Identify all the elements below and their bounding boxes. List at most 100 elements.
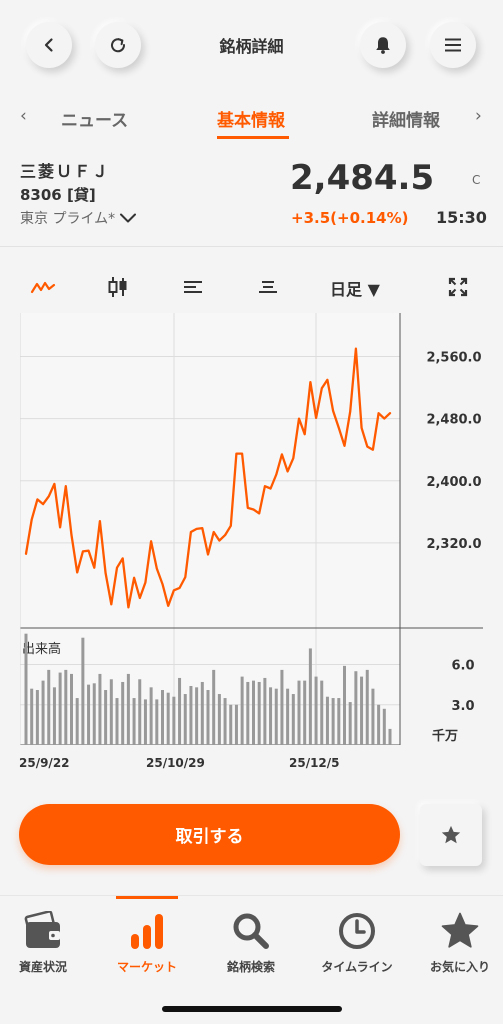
nav-label: 資産状況	[18, 960, 67, 974]
volume-bar	[98, 673, 102, 745]
volume-bar	[104, 690, 108, 745]
price-flag: C	[472, 173, 481, 187]
indicator-left-icon	[184, 281, 202, 293]
tab-prev-arrow[interactable]: ‹	[20, 106, 27, 126]
active-nav-indicator	[116, 896, 178, 899]
indicator-center-button[interactable]	[257, 275, 279, 299]
page-title: 銘柄詳細	[219, 37, 284, 56]
nav-search[interactable]: 銘柄検索	[201, 910, 301, 980]
nav-label: お気に入り	[429, 960, 490, 974]
volume-tick-label: 6.0	[451, 659, 474, 674]
nav-market[interactable]: マーケット	[97, 910, 197, 980]
volume-bar	[206, 690, 210, 745]
volume-bar	[212, 669, 216, 745]
volume-bar	[24, 633, 28, 745]
notification-button[interactable]	[360, 22, 406, 68]
chevron-down-icon	[120, 213, 137, 223]
tab-next-arrow[interactable]: ›	[475, 106, 482, 126]
volume-label: 出来高	[22, 641, 61, 657]
volume-bar	[35, 690, 39, 745]
volume-bar	[178, 677, 182, 745]
volume-bar	[64, 669, 68, 745]
tab-basic-info[interactable]: 基本情報	[217, 106, 285, 131]
volume-bar	[47, 669, 51, 745]
volume-bar	[109, 679, 113, 745]
volume-unit-label: 千万	[432, 728, 458, 744]
volume-bar	[257, 681, 261, 745]
volume-bar	[138, 679, 142, 745]
volume-bar	[234, 704, 238, 745]
volume-bar	[308, 648, 312, 745]
nav-timeline[interactable]: タイムライン	[307, 910, 407, 980]
volume-bar	[337, 698, 341, 745]
wallet-icon	[24, 911, 60, 948]
stock-code: 8306 [貸]	[20, 186, 96, 204]
volume-bar	[263, 677, 267, 745]
line-chart-icon	[30, 281, 56, 294]
volume-tick-label: 3.0	[451, 699, 474, 714]
tab-detail-info[interactable]: 詳細情報	[372, 106, 440, 131]
volume-bar	[132, 698, 136, 745]
period-selector[interactable]: 日足 ▼	[330, 276, 380, 300]
volume-bar	[354, 671, 358, 745]
volume-bar	[75, 698, 79, 745]
tab-bar: ‹ ニュース 基本情報 詳細情報 ›	[0, 100, 503, 140]
volume-bar	[331, 698, 335, 745]
volume-bar	[320, 680, 324, 745]
chart-canvas: 2,560.0 2,480.0 2,400.0 2,320.0 6.0 3.0 出来高千万	[19, 313, 483, 746]
indicator-left-button[interactable]	[182, 275, 204, 299]
nav-label: マーケット	[116, 960, 177, 974]
volume-bar	[121, 681, 125, 745]
volume-bar	[41, 680, 45, 745]
tab-news[interactable]: ニュース	[61, 106, 128, 131]
top-bar: 銘柄詳細	[0, 0, 503, 92]
price-tick-label: 2,320.0	[426, 537, 481, 552]
nav-favorites[interactable]: お気に入り	[410, 910, 503, 980]
volume-bar	[52, 687, 56, 745]
volume-bar	[314, 676, 318, 745]
price-time: 15:30	[436, 208, 487, 227]
divider	[0, 246, 503, 247]
fullscreen-icon	[448, 277, 468, 297]
favorite-button[interactable]	[420, 804, 482, 866]
nav-label: 銘柄検索	[226, 960, 275, 974]
star-icon	[441, 825, 461, 844]
nav-assets[interactable]: 資産状況	[0, 910, 93, 980]
volume-bar	[229, 704, 233, 745]
volume-bar	[126, 673, 130, 745]
volume-bar	[172, 696, 176, 745]
volume-bar	[343, 665, 346, 745]
volume-bar	[274, 688, 278, 745]
price-chart[interactable]: 2,560.0 2,480.0 2,400.0 2,320.0 6.0 3.0 出来高 千万	[19, 313, 483, 746]
home-indicator	[162, 1006, 342, 1012]
date-label: 25/10/29	[146, 756, 205, 770]
volume-bar	[365, 669, 369, 745]
fullscreen-button[interactable]	[447, 275, 469, 299]
volume-bar	[30, 688, 34, 745]
volume-bar	[161, 690, 164, 745]
trade-button[interactable]: 取引する	[19, 804, 400, 865]
volume-bar	[115, 698, 119, 745]
volume-bar	[149, 687, 153, 745]
stock-name: 三菱ＵＦＪ	[20, 162, 111, 181]
volume-bar	[195, 687, 199, 745]
volume-bar	[217, 694, 221, 745]
price-tick-label: 2,480.0	[426, 413, 481, 428]
bar-chart-icon	[131, 914, 163, 949]
market-label: 東京 プライム*	[20, 211, 116, 227]
volume-bar	[58, 672, 62, 745]
current-price: 2,484.5	[290, 158, 435, 198]
indicator-center-icon	[259, 281, 277, 293]
volume-bar	[252, 680, 255, 745]
menu-button[interactable]	[430, 22, 476, 68]
candlestick-button[interactable]	[107, 275, 129, 299]
market-selector[interactable]: 東京 プライム*	[20, 208, 137, 228]
volume-bar	[291, 694, 295, 745]
line-chart-button[interactable]	[30, 275, 56, 299]
search-icon	[233, 913, 269, 949]
bell-icon	[376, 37, 390, 54]
volume-bar	[377, 704, 381, 745]
volume-bar	[200, 681, 204, 745]
volume-bar	[246, 681, 250, 745]
volume-bar	[240, 676, 244, 745]
